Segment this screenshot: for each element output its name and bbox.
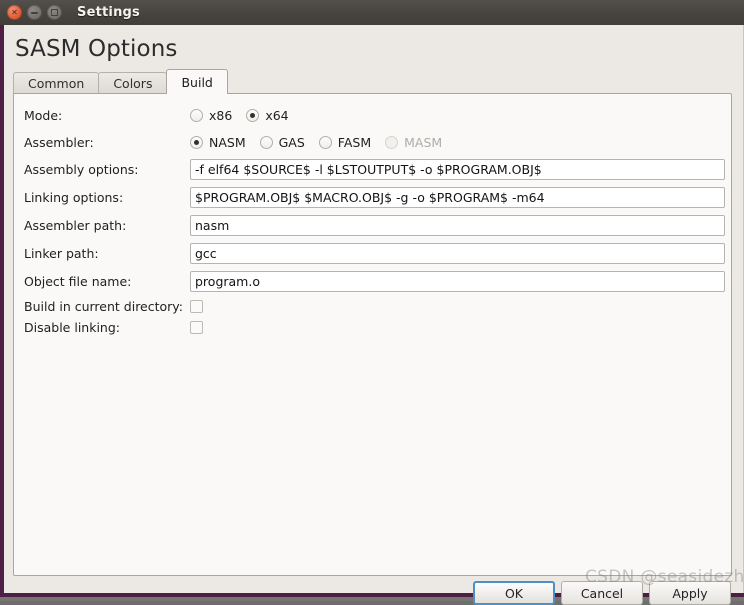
close-icon[interactable]: ✕ xyxy=(7,5,22,20)
linker-path-input[interactable] xyxy=(190,242,725,264)
assembler-path-label: Assembler path: xyxy=(24,217,127,233)
radio-mode-x86[interactable]: x86 xyxy=(190,108,232,123)
settings-window: ✕ Settings SASM Options Common Colors Bu… xyxy=(0,0,744,605)
field-row-disable-linking: Disable linking: xyxy=(24,316,203,338)
linker-path-label: Linker path: xyxy=(24,245,99,261)
window-titlebar: ✕ Settings xyxy=(0,0,744,25)
mode-label: Mode: xyxy=(24,107,63,123)
maximize-icon[interactable] xyxy=(47,5,62,20)
radio-label-fasm: FASM xyxy=(337,134,372,150)
field-row-assembler: Assembler: NASM GAS FASM MASM xyxy=(24,131,456,153)
minimize-icon[interactable] xyxy=(27,5,42,20)
disable-linking-label: Disable linking: xyxy=(24,319,120,335)
radio-label-x64: x64 xyxy=(265,107,289,123)
radio-label-masm: MASM xyxy=(404,134,443,150)
build-in-current-directory-label: Build in current directory: xyxy=(24,298,184,314)
radio-icon-x86 xyxy=(190,108,203,122)
field-row-linker-path: Linker path: xyxy=(24,242,725,264)
radio-label-gas: GAS xyxy=(278,134,305,150)
linking-options-label: Linking options: xyxy=(24,189,124,205)
assembler-path-input[interactable] xyxy=(190,214,725,236)
dialog-button-bar: OK Cancel Apply xyxy=(4,581,743,605)
object-file-name-label: Object file name: xyxy=(24,273,132,289)
tab-build[interactable]: Build xyxy=(166,69,228,94)
assembler-label: Assembler: xyxy=(24,134,94,150)
mode-radio-group: x86 x64 xyxy=(190,108,303,123)
field-row-assembly-options: Assembly options: xyxy=(24,158,725,180)
object-file-name-input[interactable] xyxy=(190,270,725,292)
maximize-glyph xyxy=(47,5,62,20)
radio-assembler-gas[interactable]: GAS xyxy=(259,134,305,150)
ok-button[interactable]: OK xyxy=(473,581,555,605)
field-row-linking-options: Linking options: xyxy=(24,186,725,208)
field-row-mode: Mode: x86 x64 xyxy=(24,104,303,126)
assembler-radio-group: NASM GAS FASM MASM xyxy=(190,135,456,150)
radio-label-nasm: NASM xyxy=(209,134,246,150)
dialog-body: SASM Options Common Colors Build Mode: x… xyxy=(4,25,743,605)
build-settings-panel: Mode: x86 x64 Assembler: NASM GAS FASM M… xyxy=(13,93,732,576)
minimize-glyph xyxy=(27,5,42,20)
close-glyph: ✕ xyxy=(11,7,18,17)
radio-icon-masm xyxy=(385,135,399,149)
build-in-current-directory-checkbox[interactable] xyxy=(190,299,203,313)
assembly-options-input[interactable] xyxy=(190,158,725,180)
tab-colors[interactable]: Colors xyxy=(98,72,168,94)
tab-bar: Common Colors Build xyxy=(13,69,228,94)
page-title: SASM Options xyxy=(15,36,178,62)
linking-options-input[interactable] xyxy=(190,186,725,208)
radio-assembler-fasm[interactable]: FASM xyxy=(318,134,372,150)
tab-common[interactable]: Common xyxy=(13,72,100,94)
disable-linking-checkbox[interactable] xyxy=(190,320,203,334)
field-row-object-file-name: Object file name: xyxy=(24,270,725,292)
radio-label-x86: x86 xyxy=(209,107,233,123)
radio-icon-gas xyxy=(259,135,273,149)
window-title: Settings xyxy=(77,5,140,20)
radio-mode-x64[interactable]: x64 xyxy=(246,107,289,123)
radio-icon-nasm xyxy=(190,135,203,149)
field-row-assembler-path: Assembler path: xyxy=(24,214,725,236)
radio-icon-x64 xyxy=(246,108,260,122)
assembly-options-label: Assembly options: xyxy=(24,161,139,177)
apply-button[interactable]: Apply xyxy=(649,581,731,605)
field-row-build-in-current-directory: Build in current directory: xyxy=(24,295,203,317)
cancel-button[interactable]: Cancel xyxy=(561,581,643,605)
radio-assembler-masm: MASM xyxy=(385,135,442,150)
radio-assembler-nasm[interactable]: NASM xyxy=(190,135,246,150)
radio-icon-fasm xyxy=(318,135,332,149)
